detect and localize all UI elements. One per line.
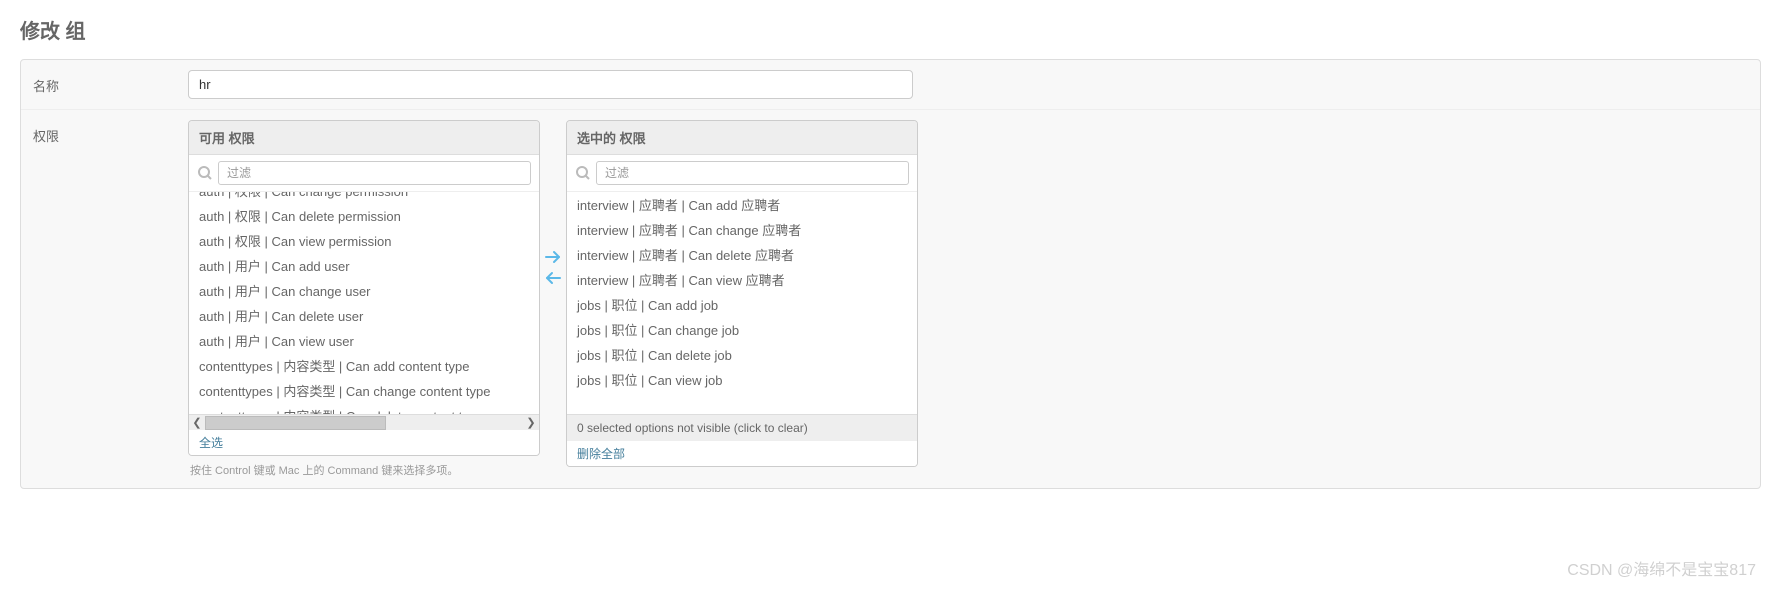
chosen-filter	[567, 155, 917, 192]
page-title: 修改 组	[20, 15, 1761, 44]
arrow-left-icon[interactable]	[545, 271, 561, 290]
available-hscroll[interactable]: ❮ ❯	[189, 414, 539, 430]
available-header: 可用 权限	[189, 121, 539, 155]
chosen-box: 选中的 权限 interview | 应聘者 | Can add 应聘者inte…	[566, 120, 918, 467]
list-item[interactable]: interview | 应聘者 | Can add 应聘者	[567, 192, 917, 217]
chosen-status[interactable]: 0 selected options not visible (click to…	[567, 414, 917, 441]
chevron-left-icon[interactable]: ❮	[189, 416, 205, 429]
name-label: 名称	[33, 70, 188, 99]
available-filter	[189, 155, 539, 192]
permissions-selector: 可用 权限 auth | 权限 | Can change permissiona…	[188, 120, 1748, 478]
list-item[interactable]: interview | 应聘者 | Can delete 应聘者	[567, 242, 917, 267]
available-box: 可用 权限 auth | 权限 | Can change permissiona…	[188, 120, 540, 456]
arrow-right-icon[interactable]	[545, 250, 561, 269]
list-item[interactable]: interview | 应聘者 | Can view 应聘者	[567, 267, 917, 292]
permissions-label: 权限	[33, 120, 188, 478]
choose-all-link[interactable]: 全选	[189, 430, 539, 455]
list-item[interactable]: auth | 用户 | Can view user	[189, 328, 539, 353]
list-item[interactable]: jobs | 职位 | Can change job	[567, 317, 917, 342]
list-item[interactable]: auth | 权限 | Can change permission	[189, 192, 539, 203]
list-item[interactable]: interview | 应聘者 | Can change 应聘者	[567, 217, 917, 242]
chosen-filter-input[interactable]	[596, 161, 909, 185]
list-item[interactable]: contenttypes | 内容类型 | Can delete content…	[189, 403, 539, 414]
list-item[interactable]: contenttypes | 内容类型 | Can change content…	[189, 378, 539, 403]
list-item[interactable]: jobs | 职位 | Can view job	[567, 367, 917, 392]
list-item[interactable]: auth | 用户 | Can delete user	[189, 303, 539, 328]
chevron-right-icon[interactable]: ❯	[523, 416, 539, 429]
name-row: 名称	[21, 60, 1760, 110]
available-list[interactable]: auth | 权限 | Can change permissionauth | …	[189, 192, 539, 414]
chosen-header: 选中的 权限	[567, 121, 917, 155]
name-input[interactable]	[188, 70, 913, 99]
search-icon	[197, 165, 213, 181]
watermark: CSDN @海绵不是宝宝817	[1567, 556, 1756, 580]
search-icon	[575, 165, 591, 181]
help-text: 按住 Control 键或 Mac 上的 Command 键来选择多项。	[188, 462, 540, 478]
list-item[interactable]: auth | 权限 | Can delete permission	[189, 203, 539, 228]
list-item[interactable]: jobs | 职位 | Can delete job	[567, 342, 917, 367]
list-item[interactable]: contenttypes | 内容类型 | Can add content ty…	[189, 353, 539, 378]
available-filter-input[interactable]	[218, 161, 531, 185]
form-module: 名称 权限 可用 权限 auth | 权限 | Can	[20, 59, 1761, 489]
list-item[interactable]: jobs | 职位 | Can add job	[567, 292, 917, 317]
chooser-buttons	[540, 120, 566, 290]
permissions-row: 权限 可用 权限 auth | 权限 | Can change permissi…	[21, 110, 1760, 488]
list-item[interactable]: auth | 用户 | Can change user	[189, 278, 539, 303]
list-item[interactable]: auth | 用户 | Can add user	[189, 253, 539, 278]
chosen-list[interactable]: interview | 应聘者 | Can add 应聘者interview |…	[567, 192, 917, 414]
remove-all-link[interactable]: 删除全部	[567, 441, 917, 466]
list-item[interactable]: auth | 权限 | Can view permission	[189, 228, 539, 253]
